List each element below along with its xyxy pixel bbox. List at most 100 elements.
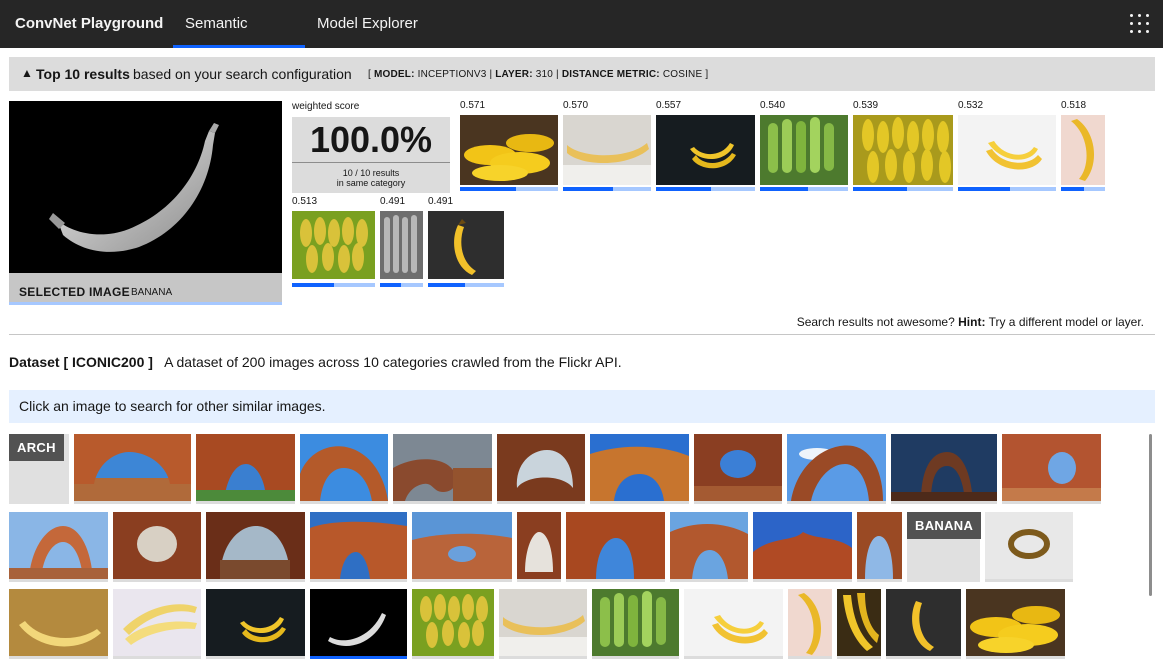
dataset-image[interactable] bbox=[966, 589, 1065, 659]
dataset-image[interactable] bbox=[670, 512, 748, 582]
result-item[interactable]: 0.518 bbox=[1061, 100, 1105, 192]
score-bar-fill bbox=[428, 283, 466, 287]
image-underline bbox=[985, 579, 1073, 582]
image-underline bbox=[670, 579, 748, 582]
result-image bbox=[958, 115, 1056, 185]
results-header[interactable]: ▲ Top 10 results based on your search co… bbox=[9, 57, 1155, 91]
result-item[interactable]: 0.540 bbox=[760, 100, 848, 192]
dataset-image[interactable] bbox=[891, 434, 997, 504]
dataset-image[interactable] bbox=[684, 589, 783, 659]
result-score: 0.539 bbox=[853, 100, 879, 111]
dataset-image[interactable] bbox=[886, 589, 961, 659]
selected-image-label: SELECTED IMAGE BANANA bbox=[9, 273, 282, 302]
result-item[interactable]: 0.491 bbox=[428, 196, 504, 288]
image-underline bbox=[499, 656, 587, 659]
dataset-image[interactable] bbox=[694, 434, 782, 504]
weighted-score-value: 100.0% bbox=[309, 119, 433, 160]
dataset-image[interactable] bbox=[985, 512, 1073, 582]
dataset-image[interactable] bbox=[857, 512, 902, 582]
app-brand[interactable]: ConvNet Playground bbox=[15, 15, 163, 32]
grid-icon[interactable] bbox=[1129, 13, 1151, 35]
image-underline bbox=[566, 579, 665, 582]
image-underline bbox=[74, 501, 191, 504]
dataset-image[interactable] bbox=[206, 589, 305, 659]
result-image bbox=[292, 211, 375, 279]
hint-prefix: Search results not awesome? bbox=[796, 315, 955, 329]
result-item[interactable]: 0.557 bbox=[656, 100, 755, 192]
result-item[interactable]: 0.571 bbox=[460, 100, 558, 192]
dataset-image[interactable] bbox=[300, 434, 388, 504]
dataset-image[interactable] bbox=[566, 512, 665, 582]
image-underline bbox=[393, 501, 492, 504]
caret-up-icon[interactable]: ▲ bbox=[21, 66, 33, 80]
result-item[interactable]: 0.570 bbox=[563, 100, 651, 192]
config-metric-key: DISTANCE METRIC: bbox=[561, 69, 660, 80]
result-item[interactable]: 0.539 bbox=[853, 100, 953, 192]
image-underline bbox=[857, 579, 902, 582]
results-description: based on your search configuration bbox=[133, 66, 352, 82]
dataset-image[interactable] bbox=[113, 589, 201, 659]
tab-semantic-search[interactable]: Semantic Search bbox=[173, 0, 305, 79]
dataset-image[interactable] bbox=[497, 434, 585, 504]
selected-image-panel[interactable]: SELECTED IMAGE BANANA bbox=[9, 101, 282, 305]
result-image bbox=[656, 115, 755, 185]
image-underline bbox=[788, 656, 832, 659]
dataset-image[interactable] bbox=[837, 589, 881, 659]
dataset-image[interactable] bbox=[788, 589, 832, 659]
result-score: 0.532 bbox=[958, 100, 984, 111]
image-underline bbox=[517, 579, 561, 582]
result-image bbox=[380, 211, 423, 279]
dataset-image[interactable] bbox=[74, 434, 191, 504]
dataset-image[interactable] bbox=[196, 434, 295, 504]
weighted-score-box: 100.0% 10 / 10 results in same category bbox=[292, 117, 450, 193]
dataset-image[interactable] bbox=[590, 434, 689, 504]
image-underline bbox=[113, 656, 201, 659]
score-bar bbox=[853, 187, 953, 191]
dataset-image[interactable] bbox=[310, 589, 407, 659]
image-underline bbox=[787, 501, 886, 504]
result-item[interactable]: 0.532 bbox=[958, 100, 1056, 192]
results-count: 10 / 10 results bbox=[342, 168, 400, 178]
config-layer-value: 310 bbox=[535, 69, 554, 80]
config-model-key: MODEL: bbox=[373, 69, 415, 80]
dataset-image[interactable] bbox=[1002, 434, 1101, 504]
dataset-description: A dataset of 200 images across 10 catego… bbox=[164, 354, 622, 370]
config-metric-value: COSINE bbox=[662, 69, 703, 80]
dataset-image[interactable] bbox=[412, 589, 494, 659]
hint-text: Try a different model or layer. bbox=[988, 315, 1144, 329]
score-bar-fill bbox=[292, 283, 335, 287]
dataset-image[interactable] bbox=[787, 434, 886, 504]
score-bar bbox=[292, 283, 375, 287]
image-underline bbox=[886, 656, 961, 659]
score-bar-fill bbox=[1061, 187, 1084, 191]
result-image bbox=[760, 115, 848, 185]
selected-category: BANANA bbox=[131, 287, 173, 298]
dataset-image[interactable] bbox=[412, 512, 512, 582]
results-same-category: in same category bbox=[336, 178, 406, 188]
dataset-image[interactable] bbox=[206, 512, 305, 582]
image-underline bbox=[753, 579, 852, 582]
result-item[interactable]: 0.491 bbox=[380, 196, 423, 288]
scrollbar[interactable] bbox=[1149, 434, 1152, 596]
dataset-image[interactable] bbox=[592, 589, 679, 659]
dataset-image[interactable] bbox=[517, 512, 561, 582]
dataset-image[interactable] bbox=[499, 589, 587, 659]
score-bar bbox=[563, 187, 651, 191]
score-bar-fill bbox=[656, 187, 712, 191]
dataset-image[interactable] bbox=[113, 512, 201, 582]
image-underline bbox=[837, 656, 881, 659]
dataset-image[interactable] bbox=[753, 512, 852, 582]
image-underline bbox=[684, 656, 783, 659]
result-item[interactable]: 0.513 bbox=[292, 196, 375, 288]
tab-model-explorer[interactable]: Model Explorer bbox=[305, 0, 430, 48]
dataset-image[interactable] bbox=[393, 434, 492, 504]
results-hint: Search results not awesome? Hint: Try a … bbox=[797, 315, 1144, 329]
dataset-image[interactable] bbox=[9, 589, 108, 659]
dataset-image[interactable] bbox=[9, 512, 108, 582]
dataset-image[interactable] bbox=[310, 512, 407, 582]
divider bbox=[292, 162, 450, 163]
image-underline bbox=[9, 656, 108, 659]
result-score: 0.518 bbox=[1061, 100, 1087, 111]
image-underline bbox=[412, 579, 512, 582]
selected-label: SELECTED IMAGE bbox=[19, 285, 130, 299]
